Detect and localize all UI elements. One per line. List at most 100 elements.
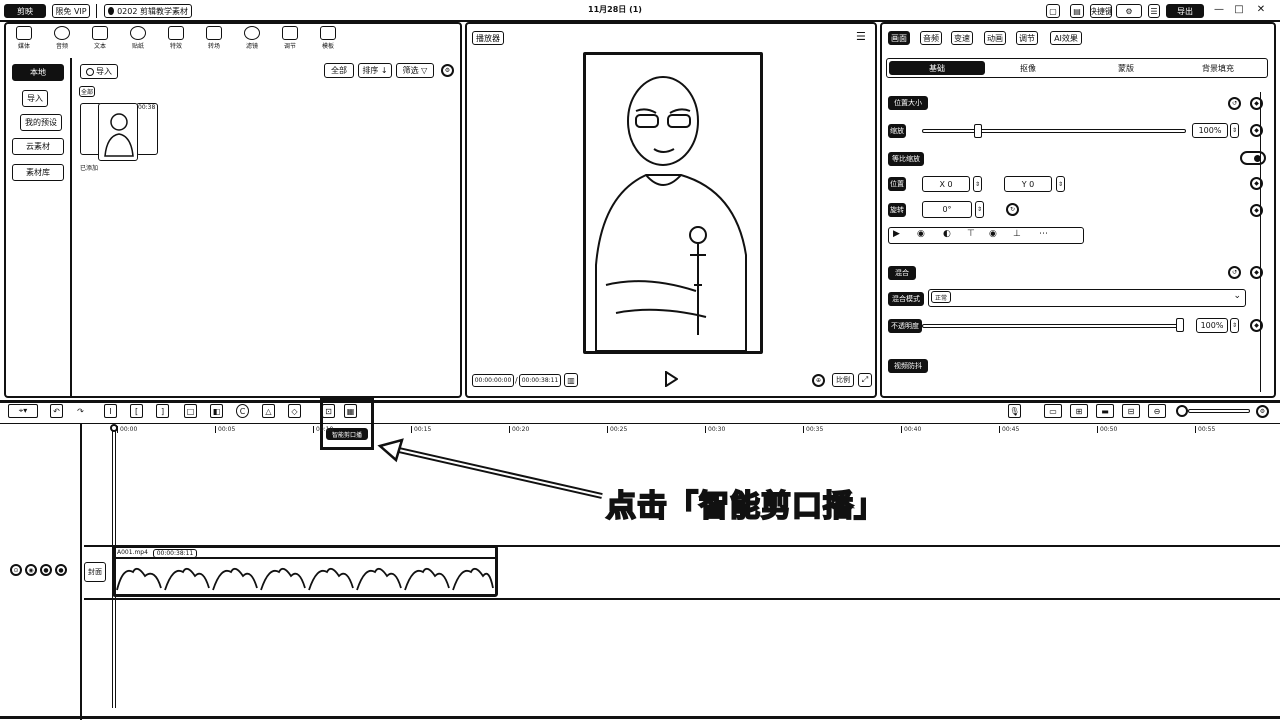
tool-effect[interactable]: 特效 xyxy=(164,26,188,50)
split-screen-icon[interactable]: ⊟ xyxy=(1122,404,1140,418)
subtab-mask[interactable]: 蒙版 xyxy=(1112,61,1140,75)
more-align-icon[interactable]: ⋯ xyxy=(1039,229,1048,239)
member-badge[interactable]: 限免 VIP xyxy=(52,4,90,18)
rotate-clip-icon[interactable]: ◇ xyxy=(288,404,301,418)
layout-icon[interactable]: ▤ xyxy=(1070,4,1084,18)
settings-button[interactable]: ⚙ xyxy=(1116,4,1142,18)
link-icon[interactable]: ⊞ xyxy=(1070,404,1088,418)
stepper-icon[interactable]: ⇕ xyxy=(1230,318,1239,333)
export-button[interactable]: 导出 xyxy=(1166,4,1204,18)
minimize-to-tray-icon[interactable]: ▢ xyxy=(1046,4,1060,18)
track-more-icon[interactable]: ● xyxy=(55,564,67,576)
sort-button[interactable]: 排序 ↓ xyxy=(358,63,392,78)
minimize-button[interactable]: — xyxy=(1212,4,1226,18)
ratio-button[interactable]: 比例 xyxy=(832,373,854,387)
project-name[interactable]: 0202 剪辑教学素材 xyxy=(104,4,192,18)
sidebar-item-cloud[interactable]: 云素材 xyxy=(12,138,64,155)
position-x-input[interactable]: X 0 xyxy=(922,176,970,192)
hide-track-icon[interactable]: ◉ xyxy=(25,564,37,576)
stepper-icon[interactable]: ⇕ xyxy=(975,201,984,218)
media-clip-card[interactable]: 00:38 已添加 xyxy=(80,103,160,172)
align-right-icon[interactable]: ◐ xyxy=(943,229,951,239)
zoom-out-icon[interactable]: ⊖ xyxy=(1148,404,1166,418)
timeline-settings-icon[interactable]: ⚙ xyxy=(1256,405,1269,418)
zoom-icon[interactable]: ⊕ xyxy=(812,374,825,387)
tool-transition[interactable]: 转场 xyxy=(202,26,226,50)
rotate-icon[interactable]: ↻ xyxy=(1006,203,1019,216)
video-clip[interactable]: A001.mp4 00:00:38:11 xyxy=(112,545,498,597)
split-icon[interactable]: I xyxy=(104,404,117,418)
player-menu-icon[interactable]: ☰ xyxy=(856,30,866,43)
stepper-icon[interactable]: ⇕ xyxy=(1056,176,1065,192)
trim-left-icon[interactable]: [ xyxy=(130,404,143,418)
tool-audio[interactable]: 音频 xyxy=(50,26,74,50)
align-top-icon[interactable]: ⊤ xyxy=(967,229,975,239)
opacity-slider-handle[interactable] xyxy=(1176,318,1184,332)
video-preview[interactable] xyxy=(583,52,763,354)
align-center-v-icon[interactable]: ◉ xyxy=(989,229,997,239)
tool-template[interactable]: 模板 xyxy=(316,26,340,50)
filter-all-button[interactable]: 全部 xyxy=(324,63,354,78)
shortcut-button[interactable]: 快捷键 xyxy=(1090,4,1112,18)
tool-filter[interactable]: 滤镜 xyxy=(240,26,264,50)
properties-scrollbar[interactable] xyxy=(1260,92,1263,392)
tab-speed[interactable]: 变速 xyxy=(951,31,973,45)
select-tool-button[interactable]: ⌖▾ xyxy=(8,404,38,418)
scale-slider-track[interactable] xyxy=(922,129,1186,133)
opacity-slider-track[interactable] xyxy=(922,324,1184,328)
lock-track-icon[interactable]: ⊙ xyxy=(10,564,22,576)
tab-audio[interactable]: 音频 xyxy=(920,31,942,45)
tool-media[interactable]: 媒体 xyxy=(12,26,36,50)
reset-icon[interactable]: ↺ xyxy=(1228,266,1241,279)
cover-button[interactable]: 封面 xyxy=(84,562,106,582)
maximize-button[interactable]: □ xyxy=(1232,4,1246,18)
redo-icon[interactable]: ↷ xyxy=(74,404,87,418)
sidebar-item-library[interactable]: 素材库 xyxy=(12,164,64,181)
position-y-input[interactable]: Y 0 xyxy=(1004,176,1052,192)
fullscreen-icon[interactable]: ⤢ xyxy=(858,373,872,387)
reverse-icon[interactable]: C xyxy=(236,404,249,418)
scale-value[interactable]: 100% xyxy=(1192,123,1228,138)
stepper-icon[interactable]: ⇕ xyxy=(1230,123,1239,138)
delete-icon[interactable]: □ xyxy=(184,404,197,418)
sidebar-item-import[interactable]: 导入 xyxy=(22,90,48,107)
zoom-slider-handle[interactable] xyxy=(1176,405,1188,417)
filter-button[interactable]: 筛选 ▽ xyxy=(396,63,434,78)
tab-adjust[interactable]: 调节 xyxy=(1016,31,1038,45)
microphone-icon[interactable]: 🎙 xyxy=(1008,404,1021,418)
sidebar-item-presets[interactable]: 我的预设 xyxy=(20,114,62,131)
zoom-slider-track[interactable] xyxy=(1188,409,1250,413)
play-button[interactable] xyxy=(664,370,679,388)
tag-chip[interactable]: 全部 xyxy=(79,86,95,97)
sidebar-item-local[interactable]: 本地 xyxy=(12,64,64,81)
tab-ai-effect[interactable]: AI效果 xyxy=(1050,31,1082,45)
subtab-keying[interactable]: 抠像 xyxy=(1014,61,1042,75)
import-button[interactable]: 导入 xyxy=(80,64,118,79)
subtab-background[interactable]: 背景填充 xyxy=(1198,61,1238,75)
rotate-input[interactable]: 0° xyxy=(922,201,972,218)
tool-text[interactable]: 文本 xyxy=(88,26,112,50)
blend-mode-select[interactable]: 正常 ⌄ xyxy=(928,289,1246,307)
time-ruler[interactable]: 00:00 00:05 00:10 00:15 00:20 00:25 00:3… xyxy=(84,424,1280,436)
scale-slider-handle[interactable] xyxy=(974,124,982,138)
reset-icon[interactable]: ↺ xyxy=(1228,97,1241,110)
mirror-icon[interactable]: △ xyxy=(262,404,275,418)
close-button[interactable]: ✕ xyxy=(1254,4,1268,18)
playhead-line[interactable] xyxy=(112,430,116,708)
panel-settings-icon[interactable]: ⚙ xyxy=(441,64,454,77)
align-center-h-icon[interactable]: ◉ xyxy=(917,229,925,239)
align-left-icon[interactable]: ▶ xyxy=(893,229,900,239)
preview-axis-icon[interactable]: ▬ xyxy=(1096,404,1114,418)
tab-animation[interactable]: 动画 xyxy=(984,31,1006,45)
menu-icon[interactable]: ☰ xyxy=(1148,4,1160,18)
tool-sticker[interactable]: 贴纸 xyxy=(126,26,150,50)
trim-right-icon[interactable]: ] xyxy=(156,404,169,418)
freeze-icon[interactable]: ◧ xyxy=(210,404,223,418)
snap-icon[interactable]: ▭ xyxy=(1044,404,1062,418)
stepper-icon[interactable]: ⇕ xyxy=(973,176,982,192)
align-bottom-icon[interactable]: ⊥ xyxy=(1013,229,1021,239)
subtab-basic[interactable]: 基础 xyxy=(889,61,985,75)
mute-track-icon[interactable]: ● xyxy=(40,564,52,576)
opacity-value[interactable]: 100% xyxy=(1196,318,1228,333)
tool-adjust[interactable]: 调节 xyxy=(278,26,302,50)
